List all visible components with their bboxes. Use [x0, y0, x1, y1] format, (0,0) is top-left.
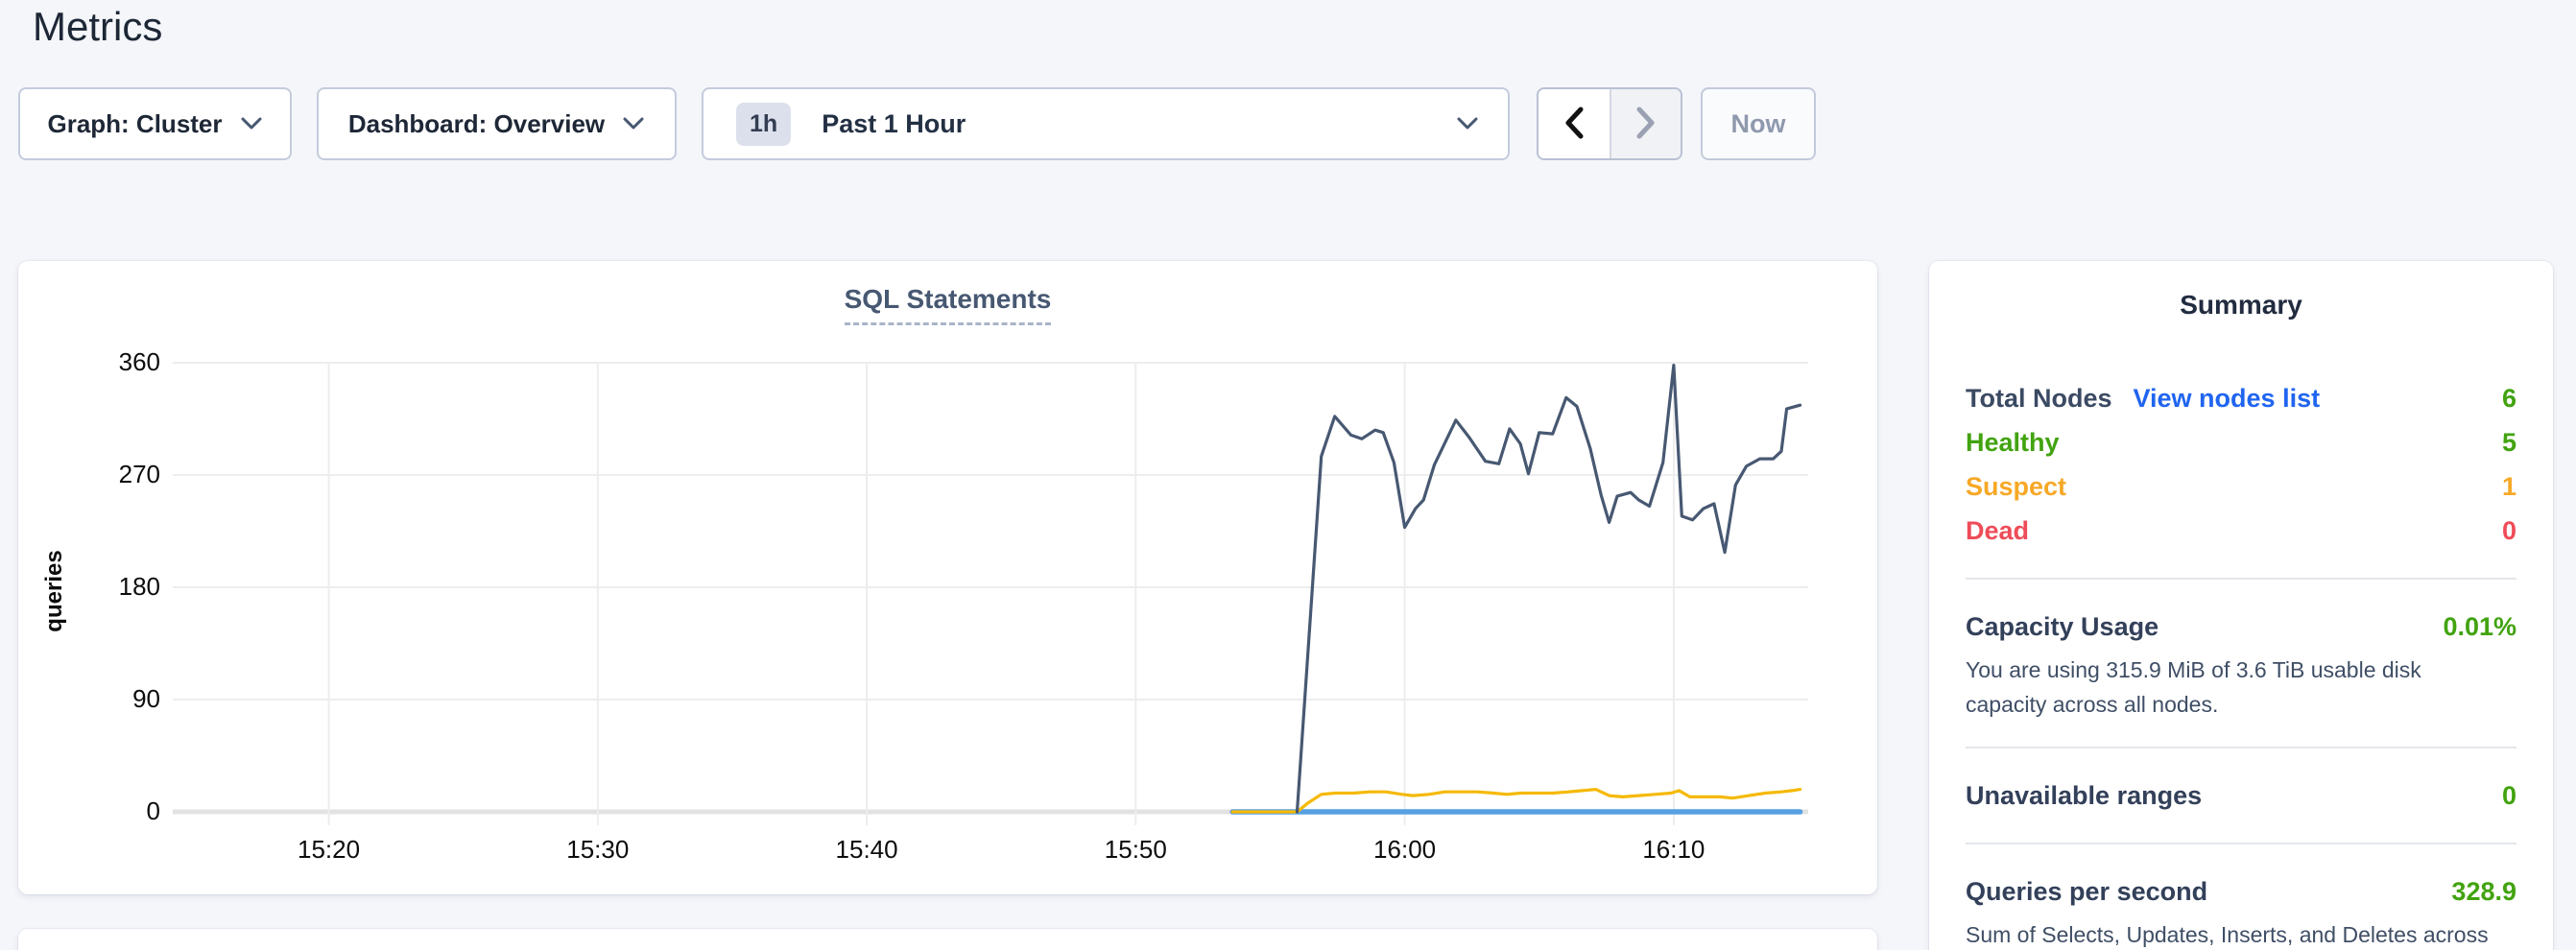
divider [1966, 843, 2516, 844]
divider [1966, 747, 2516, 748]
capacity-usage-value: 0.01% [2443, 612, 2516, 642]
queries-per-second-section: Queries per second 328.9 Sum of Selects,… [1966, 869, 2516, 950]
time-window-selector[interactable]: 1h Past 1 Hour [702, 87, 1510, 160]
node-status-row: Dead 0 [1966, 509, 2516, 553]
x-tick-label: 16:00 [1348, 835, 1463, 865]
capacity-usage-section: Capacity Usage 0.01% You are using 315.9… [1966, 605, 2516, 722]
chevron-down-icon [622, 116, 645, 131]
y-tick-label: 0 [57, 796, 160, 826]
chevron-down-icon [240, 116, 263, 131]
time-window-label: Past 1 Hour [822, 109, 1439, 139]
time-window-badge: 1h [736, 103, 791, 146]
node-status-value: 0 [2502, 516, 2516, 546]
y-tick-label: 90 [57, 684, 160, 714]
queries-per-second-label: Queries per second [1966, 877, 2207, 907]
node-status-rows: Healthy 5 Suspect 1 Dead 0 [1966, 420, 2516, 553]
page-title: Metrics [33, 4, 162, 50]
node-status-label: Dead [1966, 516, 2029, 546]
total-nodes-row: Total Nodes View nodes list 6 [1966, 376, 2516, 420]
next-timespan-button[interactable] [1610, 89, 1681, 158]
capacity-usage-description: You are using 315.9 MiB of 3.6 TiB usabl… [1966, 653, 2503, 722]
node-status-label: Suspect [1966, 472, 2066, 502]
metrics-toolbar: Graph: Cluster Dashboard: Overview 1h Pa… [0, 87, 2576, 160]
node-status-row: Suspect 1 [1966, 464, 2516, 509]
queries-per-second-description: Sum of Selects, Updates, Inserts, and De… [1966, 917, 2503, 950]
y-tick-label: 360 [57, 347, 160, 377]
dark-navy-series [1298, 366, 1801, 812]
x-tick-label: 15:40 [809, 835, 924, 865]
chart-title[interactable]: SQL Statements [845, 284, 1052, 325]
sql-statements-chart-card: SQL Statements queries 090180270360 15:2… [18, 261, 1877, 894]
chart-title-row: SQL Statements [18, 284, 1877, 325]
graph-dropdown-label: Graph: Cluster [47, 109, 222, 139]
dashboard-dropdown[interactable]: Dashboard: Overview [317, 87, 677, 160]
time-step-buttons [1537, 87, 1682, 160]
graph-dropdown[interactable]: Graph: Cluster [18, 87, 292, 160]
summary-panel: Summary Total Nodes View nodes list 6 He… [1929, 261, 2553, 950]
node-status-row: Healthy 5 [1966, 420, 2516, 464]
x-tick-label: 15:20 [272, 835, 387, 865]
unavailable-ranges-label: Unavailable ranges [1966, 781, 2202, 811]
x-tick-label: 15:50 [1078, 835, 1193, 865]
node-status-label: Healthy [1966, 428, 2060, 458]
now-button[interactable]: Now [1701, 87, 1816, 160]
next-chart-card-partial [18, 929, 1877, 950]
summary-title: Summary [1966, 290, 2516, 321]
node-status-value: 5 [2502, 428, 2516, 458]
dashboard-dropdown-label: Dashboard: Overview [348, 109, 605, 139]
queries-per-second-value: 328.9 [2451, 877, 2516, 907]
y-tick-label: 270 [57, 460, 160, 489]
yellow-series [1232, 790, 1800, 812]
divider [1966, 578, 2516, 580]
previous-timespan-button[interactable] [1538, 89, 1610, 158]
view-nodes-list-link[interactable]: View nodes list [2134, 384, 2321, 414]
y-tick-label: 180 [57, 572, 160, 602]
capacity-usage-label: Capacity Usage [1966, 612, 2159, 642]
x-tick-label: 15:30 [540, 835, 656, 865]
node-status-value: 1 [2502, 472, 2516, 502]
chevron-left-icon [1562, 106, 1586, 143]
sql-statements-plot[interactable] [173, 353, 1808, 852]
total-nodes-value: 6 [2502, 384, 2516, 414]
x-tick-label: 16:10 [1616, 835, 1731, 865]
unavailable-ranges-value: 0 [2502, 781, 2516, 811]
chevron-down-icon [1456, 116, 1479, 131]
total-nodes-label: Total Nodes [1966, 384, 2112, 414]
unavailable-ranges-section: Unavailable ranges 0 [1966, 773, 2516, 818]
node-status-section: Total Nodes View nodes list 6 Healthy 5 Su… [1966, 376, 2516, 553]
chevron-right-icon [1634, 106, 1658, 143]
